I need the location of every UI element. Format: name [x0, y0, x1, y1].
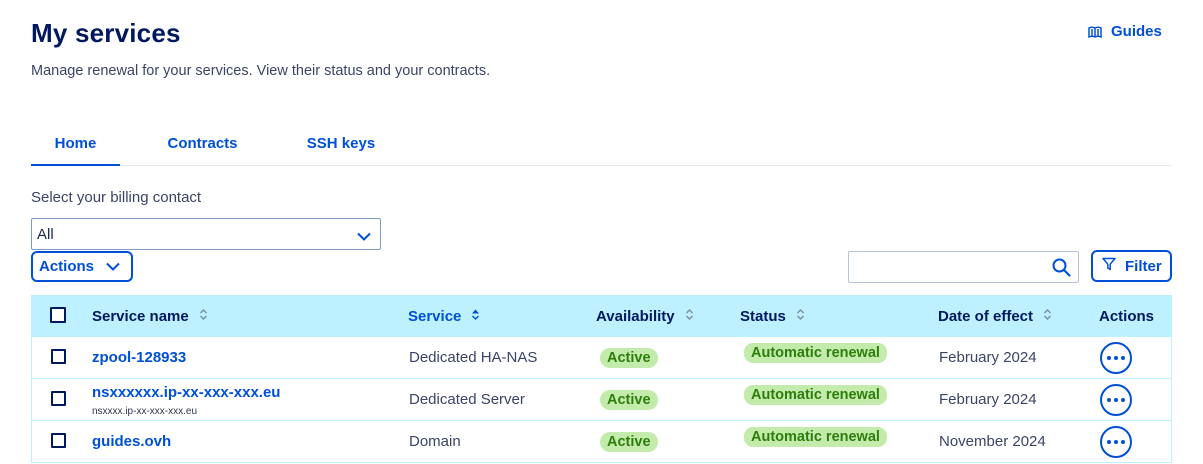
search-input[interactable]	[855, 253, 1045, 281]
table-header: Service name Service Availability Status…	[31, 295, 1172, 337]
table-row: nsxxxxxx.ip-xx-xxx-xxx.eu nsxxxx.ip-xx-x…	[31, 379, 1172, 421]
date-of-effect: February 2024	[939, 349, 1037, 366]
service-type: Dedicated Server	[409, 391, 525, 408]
column-service[interactable]: Service	[408, 308, 480, 325]
column-status-label: Status	[740, 308, 786, 325]
page-title: My services	[31, 18, 181, 48]
search-icon[interactable]	[1052, 258, 1071, 282]
more-actions-button[interactable]	[1100, 342, 1132, 374]
services-table: Service name Service Availability Status…	[31, 295, 1172, 463]
availability-badge: Active	[600, 348, 658, 368]
actions-button-label: Actions	[39, 258, 95, 275]
billing-contact-label: Select your billing contact	[31, 189, 202, 206]
row-checkbox[interactable]	[51, 349, 66, 364]
column-date-of-effect-label: Date of effect	[938, 308, 1034, 325]
select-all-checkbox[interactable]	[50, 307, 66, 323]
column-actions-label: Actions	[1099, 308, 1155, 325]
tab-home[interactable]: Home	[31, 128, 120, 166]
sort-icon	[685, 308, 694, 325]
column-service-name[interactable]: Service name	[92, 308, 208, 325]
filter-button[interactable]: Filter	[1091, 250, 1172, 282]
status-badge: Automatic renewal	[744, 343, 887, 363]
column-status[interactable]: Status	[740, 308, 805, 325]
chevron-down-icon	[357, 228, 371, 245]
filter-icon	[1102, 257, 1116, 275]
book-icon	[1088, 26, 1102, 38]
billing-contact-value: All	[37, 225, 54, 243]
status-badge: Automatic renewal	[744, 427, 887, 447]
table-row: zpool-128933 Dedicated HA-NAS Active Aut…	[31, 337, 1172, 379]
column-date-of-effect[interactable]: Date of effect	[938, 308, 1052, 325]
guides-link[interactable]: Guides	[1088, 23, 1162, 40]
page-subtitle: Manage renewal for your services. View t…	[31, 63, 491, 79]
sort-icon	[471, 308, 480, 325]
column-service-name-label: Service name	[92, 308, 189, 325]
guides-label: Guides	[1111, 23, 1162, 40]
column-availability-label: Availability	[596, 308, 675, 325]
tab-ssh-keys[interactable]: SSH keys	[296, 128, 386, 166]
availability-badge: Active	[600, 390, 658, 410]
status-badge: Automatic renewal	[744, 385, 887, 405]
column-service-label: Service	[408, 308, 462, 325]
row-checkbox[interactable]	[51, 433, 66, 448]
date-of-effect: November 2024	[939, 433, 1046, 450]
service-type: Dedicated HA-NAS	[409, 349, 538, 366]
chevron-down-icon	[106, 258, 120, 275]
tab-contracts[interactable]: Contracts	[155, 128, 250, 166]
actions-button[interactable]: Actions	[31, 251, 133, 282]
filter-button-label: Filter	[1125, 257, 1162, 275]
column-actions: Actions	[1099, 308, 1154, 325]
service-name-link[interactable]: zpool-128933	[92, 349, 186, 366]
row-checkbox[interactable]	[51, 391, 66, 406]
search-box	[848, 251, 1079, 283]
sort-icon	[199, 308, 208, 325]
sort-icon	[1043, 308, 1052, 325]
service-subtitle: nsxxxx.ip-xx-xxx-xxx.eu	[92, 406, 198, 417]
service-type: Domain	[409, 433, 461, 450]
sort-icon	[796, 308, 805, 325]
availability-badge: Active	[600, 432, 658, 452]
column-availability[interactable]: Availability	[596, 308, 694, 325]
service-name-link[interactable]: guides.ovh	[92, 433, 171, 450]
tab-bar: Home Contracts SSH keys	[31, 128, 1171, 166]
billing-contact-select[interactable]: All	[31, 218, 381, 250]
more-actions-button[interactable]	[1100, 426, 1132, 458]
table-row: guides.ovh Domain Active Automatic renew…	[31, 421, 1172, 463]
service-name-link[interactable]: nsxxxxxx.ip-xx-xxx-xxx.eu	[92, 384, 280, 401]
date-of-effect: February 2024	[939, 391, 1037, 408]
more-actions-button[interactable]	[1100, 384, 1132, 416]
